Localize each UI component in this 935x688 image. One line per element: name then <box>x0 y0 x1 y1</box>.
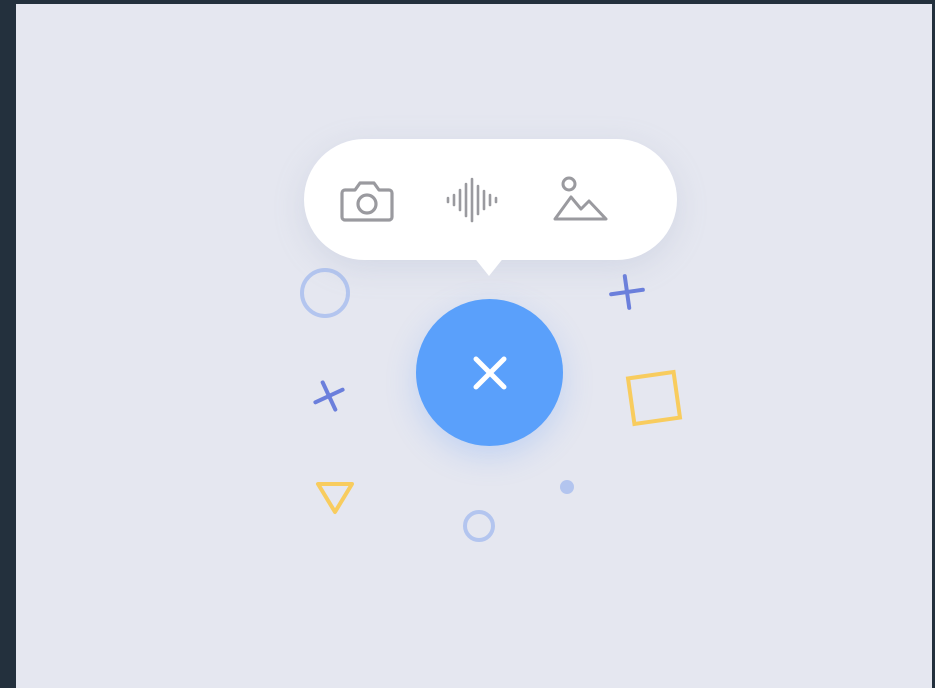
close-menu-fab-button[interactable] <box>416 299 563 446</box>
deco-plus-icon <box>609 274 645 310</box>
camera-button[interactable] <box>337 170 397 230</box>
camera-icon <box>340 181 394 222</box>
deco-triangle-icon <box>316 482 354 514</box>
popover-pointer <box>473 256 505 276</box>
image-icon <box>553 176 608 221</box>
close-icon <box>473 356 506 389</box>
deco-circle-large-icon <box>300 268 350 318</box>
audio-record-button[interactable] <box>444 170 504 230</box>
gallery-button[interactable] <box>551 170 611 230</box>
deco-circle-small-icon <box>463 510 495 542</box>
deco-cross-icon <box>313 380 345 412</box>
audio-waveform-icon <box>446 177 498 223</box>
deco-square-icon <box>625 369 683 427</box>
deco-dot-icon <box>560 480 574 494</box>
canvas <box>16 4 932 688</box>
